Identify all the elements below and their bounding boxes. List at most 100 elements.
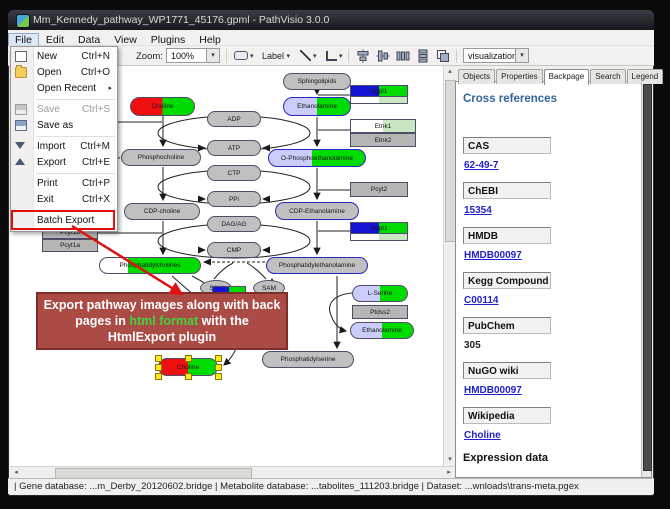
common-size-button[interactable] xyxy=(436,49,452,63)
toolbar-separator xyxy=(456,49,457,63)
panel-scrollbar[interactable] xyxy=(641,82,651,477)
node-phosphatidylserine[interactable]: Phosphatidylserine xyxy=(262,351,354,368)
new-connector-button[interactable]: ▾ xyxy=(326,49,343,63)
xref-header: ChEBI xyxy=(463,182,551,199)
tab-search[interactable]: Search xyxy=(590,69,625,84)
visualization-combobox[interactable]: visualization ▾ xyxy=(463,48,529,63)
node-adp[interactable]: ADP xyxy=(207,111,261,127)
node-label: Choline xyxy=(159,359,217,375)
tab-backpage[interactable]: Backpage xyxy=(544,69,590,85)
file-menu-item-save[interactable]: SaveCtrl+S xyxy=(11,102,117,118)
node-ctp[interactable]: CTP xyxy=(207,165,261,181)
node-label: Phosphocholine xyxy=(122,150,200,165)
node-phosphocholine[interactable]: Phosphocholine xyxy=(121,149,201,166)
node-cept1[interactable]: Cept1 xyxy=(350,222,408,241)
xref-section-hmdb: HMDB HMDB00097 xyxy=(463,227,623,261)
new-datanode-button[interactable]: ▾ xyxy=(234,49,254,63)
node-label: Pcyt2 xyxy=(351,183,407,196)
distribute-horizontal-button[interactable] xyxy=(396,49,412,63)
file-menu-item-open-recent[interactable]: Open Recent▸ xyxy=(11,81,117,97)
node-sphingolipids[interactable]: Sphingolipids xyxy=(283,73,351,90)
tab-properties[interactable]: Properties xyxy=(496,69,542,84)
menu-help[interactable]: Help xyxy=(192,33,228,47)
import-icon xyxy=(15,142,25,149)
menu-item-label: Save as xyxy=(37,118,73,134)
xref-link[interactable]: Choline xyxy=(464,430,623,441)
panel-scroll-thumb[interactable] xyxy=(643,84,652,471)
xref-link[interactable]: 15354 xyxy=(464,205,623,216)
node-sgpl1[interactable]: Sgpl1 xyxy=(350,85,408,104)
file-menu-item-open[interactable]: OpenCtrl+O xyxy=(11,65,117,81)
node-ethanolamine[interactable]: Ethanolamine xyxy=(283,97,351,116)
xref-link[interactable]: HMDB00097 xyxy=(464,385,623,396)
file-menu-item-export[interactable]: ExportCtrl+E xyxy=(11,155,117,171)
node-pcyt2[interactable]: Pcyt2 xyxy=(350,182,408,197)
node-o-phosphoethanolamine[interactable]: O-Phosphoethanolamine xyxy=(268,149,366,167)
xref-section-wikipedia: WikipediaCholine xyxy=(463,407,623,441)
align-center-x-button[interactable] xyxy=(356,49,372,63)
xref-link[interactable]: 62-49-7 xyxy=(464,160,623,171)
menu-plugins[interactable]: Plugins xyxy=(144,33,192,47)
node-dag[interactable]: DAG/AG xyxy=(207,216,261,232)
node-phosphatidylcholines[interactable]: Phosphatidylcholines xyxy=(99,257,201,274)
menu-item-label: Open xyxy=(37,65,61,81)
menu-edit[interactable]: Edit xyxy=(39,33,71,47)
align-center-y-button[interactable] xyxy=(376,49,392,63)
cross-references-heading: Cross references xyxy=(463,93,557,105)
node-label: Ethanolamine xyxy=(351,323,413,338)
zoom-combobox[interactable]: 100% ▾ xyxy=(166,48,220,63)
node-label: Ptdss2 xyxy=(353,306,407,318)
node-choline[interactable]: Choline xyxy=(130,97,195,116)
xref-header: Kegg Compound xyxy=(463,272,551,289)
node-label: CDP-Ethanolamine xyxy=(276,203,358,219)
file-menu-item-import[interactable]: ImportCtrl+M xyxy=(11,139,117,155)
expression-data-heading: Expression data xyxy=(463,452,548,464)
new-label-button[interactable]: Label ▾ xyxy=(262,49,290,63)
xref-link[interactable]: C00114 xyxy=(464,295,623,306)
node-ppi[interactable]: PPi xyxy=(207,191,261,207)
node-etnk1[interactable]: Etnk1 xyxy=(350,119,416,133)
side-panel-tabs: ObjectsPropertiesBackpageSearchLegend xyxy=(458,66,664,81)
file-menu-item-new[interactable]: NewCtrl+N xyxy=(11,49,117,65)
menu-bar: FileEditDataViewPluginsHelp xyxy=(8,30,654,46)
file-menu-item-save-as[interactable]: Save as xyxy=(11,118,117,134)
chevron-down-icon[interactable]: ▾ xyxy=(206,49,219,62)
page-icon xyxy=(15,51,27,62)
node-phosphatidylethanolamine[interactable]: Phosphatidylethanolamine xyxy=(266,257,368,274)
node-etnk2[interactable]: Etnk2 xyxy=(350,133,416,147)
node-label: CDP-choline xyxy=(125,204,199,219)
chevron-down-icon[interactable]: ▾ xyxy=(515,49,528,62)
node-label: L-Serine xyxy=(353,286,407,301)
menu-item-label: Open Recent xyxy=(37,81,96,97)
node-cdp-choline[interactable]: CDP-choline xyxy=(124,203,200,220)
node-ptdss2[interactable]: Ptdss2 xyxy=(352,305,408,319)
menu-item-label: Export xyxy=(37,155,66,171)
distribute-horizontal-icon xyxy=(396,49,410,63)
node-label: Choline xyxy=(131,98,194,115)
window-title: Mm_Kennedy_pathway_WP1771_45176.gpml - P… xyxy=(33,14,329,26)
xref-header: HMDB xyxy=(463,227,551,244)
node-cdp-ethanolamine[interactable]: CDP-Ethanolamine xyxy=(275,202,359,220)
node-label: Phosphatidylserine xyxy=(263,352,353,367)
canvas-horizontal-scrollbar[interactable]: ◂ ▸ xyxy=(10,466,455,478)
menu-item-label: Exit xyxy=(37,192,54,208)
xref-link[interactable]: HMDB00097 xyxy=(464,250,623,261)
canvas-vertical-scrollbar[interactable]: ▴ ▾ xyxy=(443,66,455,466)
new-line-button[interactable]: ▾ xyxy=(300,49,317,63)
node-cmp[interactable]: CMP xyxy=(207,242,261,258)
tab-objects[interactable]: Objects xyxy=(458,69,495,84)
node-pcyt1a[interactable]: Pcyt1a xyxy=(42,239,98,252)
node-l-serine[interactable]: L-Serine xyxy=(352,285,408,302)
node-choline-selected[interactable]: Choline xyxy=(158,358,218,376)
node-atp[interactable]: ATP xyxy=(207,140,261,156)
callout-highlight-text: html format xyxy=(129,314,198,328)
node-ethanolamine-2[interactable]: Ethanolamine xyxy=(350,322,414,339)
xref-section-kegg-compound: Kegg Compound C00114 xyxy=(463,272,623,306)
file-menu-item-exit[interactable]: ExitCtrl+X xyxy=(11,192,117,208)
distribute-vertical-button[interactable] xyxy=(416,49,432,63)
scroll-up-icon[interactable]: ▴ xyxy=(444,66,456,78)
menu-item-label: Print xyxy=(37,176,58,192)
menu-data[interactable]: Data xyxy=(71,33,107,47)
menu-view[interactable]: View xyxy=(107,33,144,47)
file-menu-item-print[interactable]: PrintCtrl+P xyxy=(11,176,117,192)
